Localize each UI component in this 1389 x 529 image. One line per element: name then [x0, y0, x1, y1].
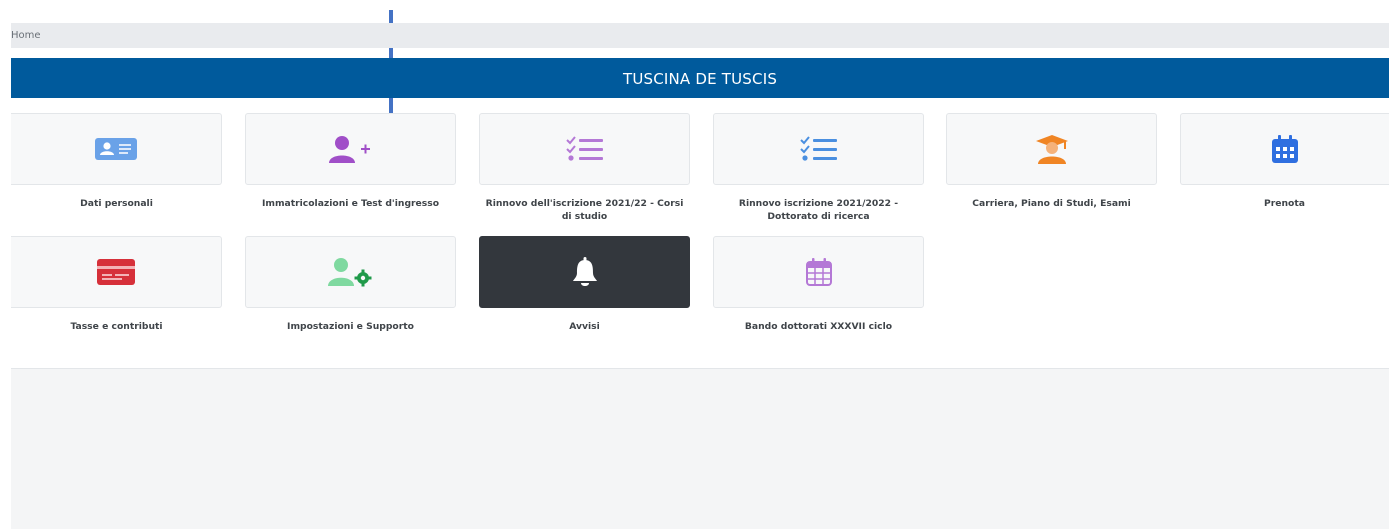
tile-impostazioni[interactable]: Impostazioni e Supporto — [245, 236, 456, 333]
tile-label: Bando dottorati XXXVII ciclo — [744, 321, 893, 332]
id-card-icon — [95, 138, 137, 160]
tile-label: Immatricolazioni e Test d'ingresso — [261, 198, 440, 209]
tile-rinnovo-dottorato[interactable]: Rinnovo iscrizione 2021/2022 - Dottorato… — [713, 113, 924, 223]
calendar-icon — [1272, 135, 1298, 163]
tile-box[interactable] — [479, 113, 690, 185]
tile-label: Rinnovo dell'iscrizione 2021/22 - Corsi … — [485, 198, 684, 222]
tile-label: Dati personali — [80, 198, 153, 209]
tile-box[interactable] — [11, 113, 222, 185]
tile-dati-personali[interactable]: Dati personali — [11, 113, 222, 210]
page-title-banner: TUSCINA DE TUSCIS — [11, 58, 1389, 98]
tile-immatricolazioni[interactable]: Immatricolazioni e Test d'ingresso — [245, 113, 456, 210]
tile-bando-dottorati[interactable]: Bando dottorati XXXVII ciclo — [713, 236, 924, 333]
bell-icon — [572, 257, 597, 286]
checklist-icon — [799, 136, 837, 161]
tile-label: Avvisi — [569, 321, 600, 332]
tile-tasse[interactable]: Tasse e contributi — [11, 236, 222, 333]
tile-box[interactable] — [946, 113, 1157, 185]
tile-carriera[interactable]: Carriera, Piano di Studi, Esami — [946, 113, 1157, 210]
user-gear-icon — [327, 258, 371, 287]
tile-rinnovo-corsi[interactable]: Rinnovo dell'iscrizione 2021/22 - Corsi … — [479, 113, 690, 223]
graduate-icon — [1035, 135, 1068, 164]
tile-label: Prenota — [1264, 198, 1305, 209]
tile-prenota[interactable]: Prenota — [1180, 113, 1389, 210]
calendar-outline-icon — [805, 258, 832, 286]
tile-box[interactable] — [1180, 113, 1389, 185]
tile-label: Carriera, Piano di Studi, Esami — [972, 198, 1131, 209]
breadcrumb: Home — [11, 23, 1389, 48]
tile-box[interactable] — [479, 236, 690, 308]
tile-box[interactable] — [245, 113, 456, 185]
user-plus-icon — [328, 136, 370, 163]
credit-card-icon — [97, 259, 135, 285]
tile-label: Impostazioni e Supporto — [287, 321, 414, 332]
breadcrumb-home-link[interactable]: Home — [11, 30, 41, 41]
tile-avvisi[interactable]: Avvisi — [479, 236, 690, 333]
checklist-icon — [565, 136, 603, 161]
tile-box[interactable] — [245, 236, 456, 308]
content-footer-area — [11, 368, 1389, 529]
page-title: TUSCINA DE TUSCIS — [622, 70, 778, 88]
tile-box[interactable] — [713, 236, 924, 308]
tile-label: Rinnovo iscrizione 2021/2022 - Dottorato… — [738, 198, 899, 222]
tile-box[interactable] — [11, 236, 222, 308]
tile-box[interactable] — [713, 113, 924, 185]
tile-label: Tasse e contributi — [70, 321, 163, 332]
